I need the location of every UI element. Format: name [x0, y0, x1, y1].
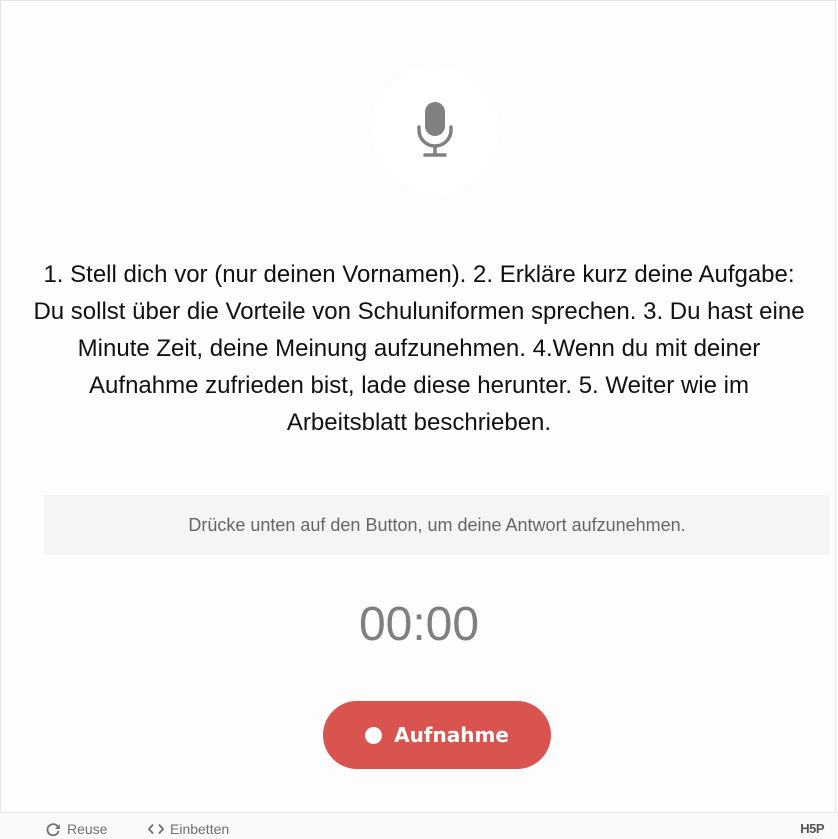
recording-instructions: 1. Stell dich vor (nur deinen Vornamen).… [33, 261, 805, 436]
embed-label: Einbetten [170, 821, 230, 837]
refresh-icon [46, 822, 60, 836]
record-button[interactable]: Aufnahme [323, 701, 551, 769]
microphone-icon [417, 102, 453, 157]
code-icon [148, 823, 164, 835]
reuse-link[interactable]: Reuse [45, 821, 107, 837]
h5p-logo[interactable]: H5P [800, 821, 824, 836]
record-button-label: Aufnahme [394, 723, 509, 747]
recording-timer: 00:00 [358, 598, 480, 651]
reuse-label: Reuse [67, 821, 108, 837]
h5p-footer: Reuse Einbetten H5P [0, 812, 838, 839]
recording-hint: Drücke unten auf den Button, um deine An… [44, 495, 830, 555]
embed-link[interactable]: Einbetten [148, 821, 229, 837]
microphone-badge [371, 66, 499, 194]
record-dot-icon [365, 726, 383, 744]
recording-hint-text: Drücke unten auf den Button, um deine An… [188, 514, 686, 535]
audio-recorder-frame: 1. Stell dich vor (nur deinen Vornamen).… [0, 0, 836, 812]
